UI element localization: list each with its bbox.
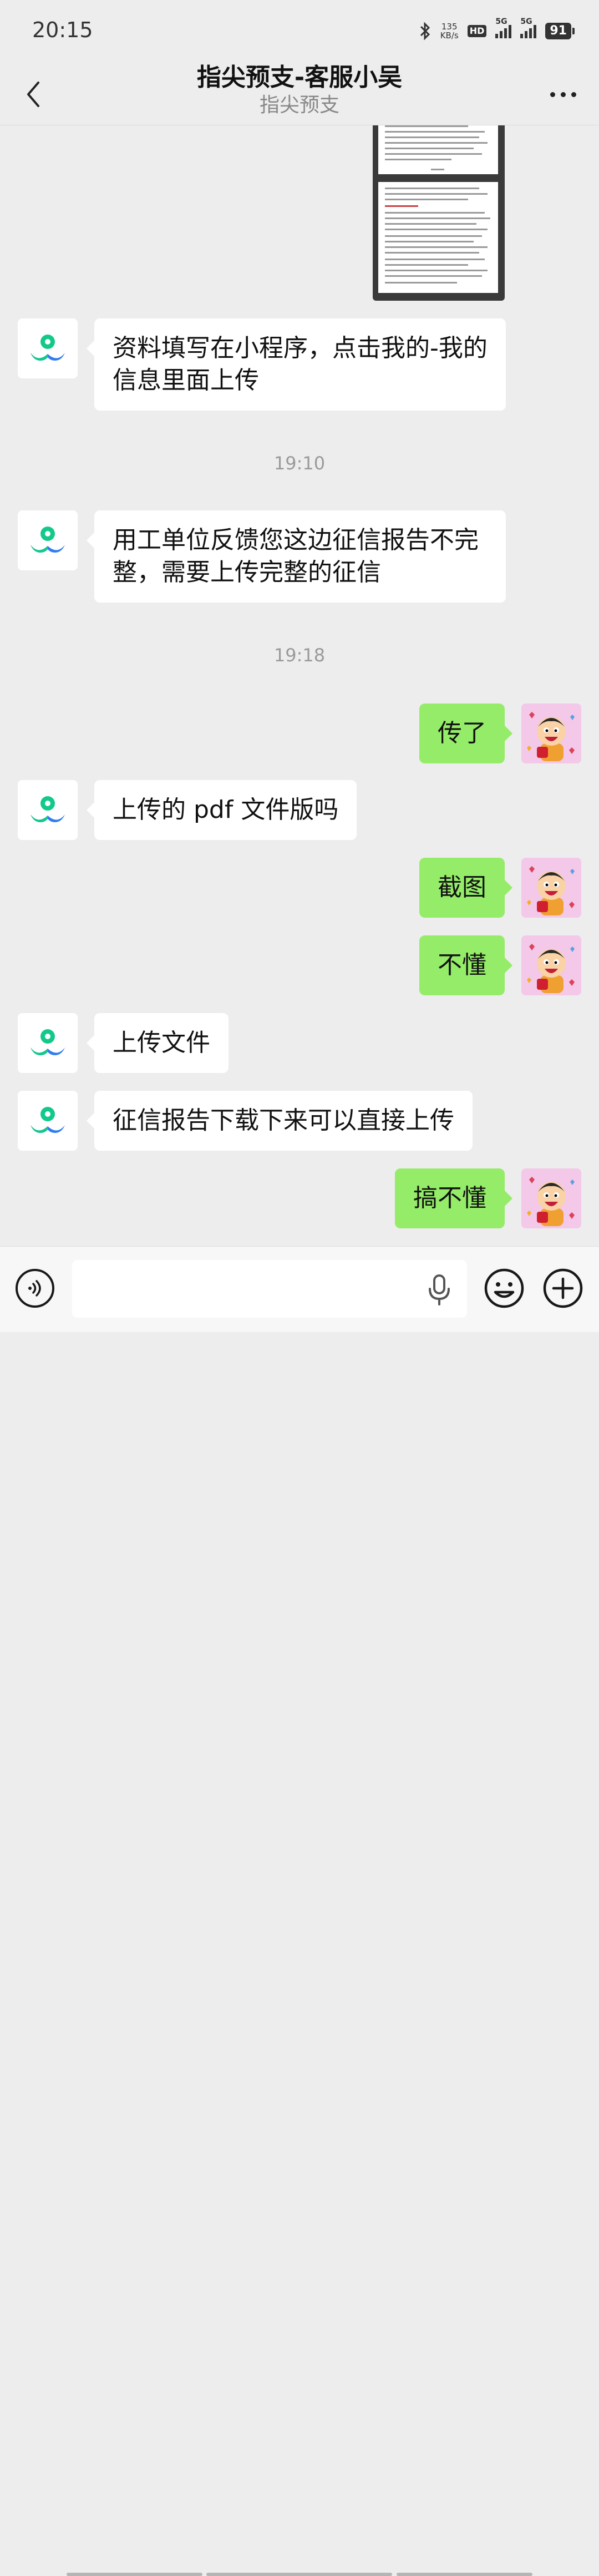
status-icons: 135 KB/s HD 5G 5G 91 <box>419 17 575 43</box>
user-message[interactable]: 不懂 <box>419 935 512 995</box>
user-message[interactable]: 传了 <box>419 704 512 763</box>
agent-message[interactable]: 上传文件 <box>87 1013 229 1073</box>
scrollbar-segment <box>397 2573 532 2576</box>
cartoon-boy-avatar-icon <box>521 935 581 995</box>
brand-logo-icon <box>31 527 65 553</box>
scrollbar-segment <box>67 2573 202 2576</box>
signal-label-2: 5G <box>520 17 532 26</box>
network-speed: 135 KB/s <box>440 22 459 40</box>
signal-icon-1: 5G <box>495 17 512 38</box>
emoji-icon[interactable] <box>484 1268 525 1309</box>
agent-avatar[interactable] <box>18 780 78 840</box>
user-avatar[interactable] <box>521 704 581 763</box>
agent-message[interactable]: 用工单位反馈您这边征信报告不完整，需要上传完整的征信 <box>87 510 506 603</box>
agent-avatar[interactable] <box>18 1091 78 1151</box>
hd-icon: HD <box>467 25 487 37</box>
signal-label-1: 5G <box>495 17 507 26</box>
more-dot-icon <box>550 92 555 97</box>
battery-icon: 91 <box>545 23 575 39</box>
chat-area[interactable]: 资料填写在小程序，点击我的-我的信息里面上传 19:10 用工单位反馈您这边征信… <box>0 125 599 1246</box>
document-thumbnail-page-2 <box>378 182 498 293</box>
chat-header: 指尖预支-客服小吴 指尖预支 <box>0 61 599 125</box>
image-message[interactable] <box>373 125 505 301</box>
brand-logo-icon <box>31 335 65 361</box>
status-bar: 20:15 135 KB/s HD 5G 5G 91 <box>0 0 599 61</box>
agent-message[interactable]: 资料填写在小程序，点击我的-我的信息里面上传 <box>87 318 506 411</box>
message-timestamp: 19:18 <box>273 645 326 666</box>
brand-logo-icon <box>31 1107 65 1133</box>
input-bar <box>0 1246 599 2576</box>
scrollbar-segment <box>206 2573 392 2576</box>
agent-avatar[interactable] <box>18 318 78 378</box>
cartoon-boy-avatar-icon <box>521 858 581 918</box>
message-timestamp: 19:10 <box>273 453 326 474</box>
user-message[interactable]: 截图 <box>419 858 512 918</box>
agent-avatar[interactable] <box>18 510 78 570</box>
signal-icon-2: 5G <box>520 17 537 38</box>
network-speed-unit: KB/s <box>440 31 459 41</box>
user-avatar[interactable] <box>521 1168 581 1228</box>
user-avatar[interactable] <box>521 858 581 918</box>
agent-message[interactable]: 征信报告下载下来可以直接上传 <box>87 1091 473 1151</box>
bluetooth-icon <box>419 22 432 41</box>
cartoon-boy-avatar-icon <box>521 1168 581 1228</box>
brand-logo-icon <box>31 1029 65 1055</box>
status-time: 20:15 <box>32 18 93 42</box>
user-avatar[interactable] <box>521 935 581 995</box>
chat-title: 指尖预支-客服小吴 <box>196 63 403 92</box>
chat-subtitle: 指尖预支 <box>259 94 339 117</box>
document-thumbnail-page-1 <box>378 125 498 174</box>
more-button[interactable] <box>544 78 582 111</box>
agent-message[interactable]: 上传的 pdf 文件版吗 <box>86 780 357 840</box>
mic-icon[interactable] <box>427 1274 451 1305</box>
brand-logo-icon <box>31 796 65 822</box>
user-message[interactable]: 搞不懂 <box>395 1168 512 1228</box>
message-input[interactable] <box>72 1260 467 1318</box>
voice-icon <box>28 1280 41 1297</box>
cartoon-boy-avatar-icon <box>521 704 581 763</box>
agent-avatar[interactable] <box>18 1013 78 1073</box>
plus-icon[interactable] <box>542 1268 583 1309</box>
network-speed-value: 135 <box>441 22 458 32</box>
voice-toggle-button[interactable] <box>16 1269 54 1308</box>
